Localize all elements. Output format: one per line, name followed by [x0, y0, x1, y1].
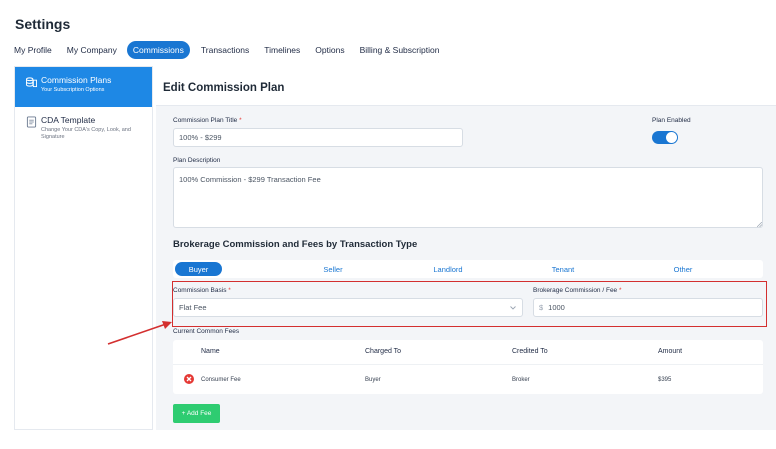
tab-options[interactable]: Options	[315, 42, 344, 58]
tab-landlord[interactable]: Landlord	[418, 260, 478, 278]
edit-commission-plan-panel: Edit Commission Plan Commission Plan Tit…	[156, 66, 776, 430]
left-item-cda-template[interactable]: CDA Template Change Your CDA's Copy, Loo…	[15, 107, 152, 149]
left-item-title: CDA Template	[41, 115, 96, 125]
fee-name: Consumer Fee	[201, 377, 241, 383]
settings-tabs: My Profile My Company Commissions Transa…	[14, 41, 454, 59]
common-fees-table: Name Charged To Credited To Amount Consu…	[173, 340, 763, 394]
left-item-subtitle: Change Your CDA's Copy, Look, and Signat…	[41, 127, 131, 140]
col-name: Name	[201, 348, 220, 355]
plan-title-label-text: Commission Plan Title	[173, 117, 238, 124]
coins-icon	[26, 77, 37, 88]
fee-credited-to: Broker	[512, 377, 530, 383]
plan-enabled-label: Plan Enabled	[652, 117, 691, 124]
panel-title: Edit Commission Plan	[163, 82, 285, 94]
tab-my-company[interactable]: My Company	[67, 42, 117, 58]
add-fee-button[interactable]: + Add Fee	[173, 404, 220, 423]
left-menu: Commission Plans Your Subscription Optio…	[14, 66, 153, 430]
row-divider	[173, 364, 763, 365]
tab-buyer[interactable]: Buyer	[175, 262, 222, 276]
plan-title-input[interactable]: 100% - $299	[173, 128, 463, 147]
section-title: Brokerage Commission and Fees by Transac…	[173, 239, 418, 250]
remove-fee-icon[interactable]	[184, 374, 194, 384]
settings-page: Settings My Profile My Company Commissio…	[0, 0, 776, 449]
col-amount: Amount	[658, 348, 683, 355]
tab-billing-subscription[interactable]: Billing & Subscription	[360, 42, 440, 58]
fee-amount: $395	[658, 377, 672, 383]
fee-charged-to: Buyer	[365, 377, 381, 383]
tab-other[interactable]: Other	[653, 260, 713, 278]
plan-enabled-toggle[interactable]	[652, 131, 678, 144]
tab-my-profile[interactable]: My Profile	[14, 42, 52, 58]
transaction-type-tabs: Buyer Seller Landlord Tenant Other	[173, 260, 763, 278]
tab-timelines[interactable]: Timelines	[264, 42, 300, 58]
tab-commissions[interactable]: Commissions	[126, 41, 190, 59]
tab-tenant[interactable]: Tenant	[533, 260, 593, 278]
resize-handle-icon[interactable]	[757, 222, 762, 227]
common-fees-label: Current Common Fees	[173, 328, 240, 335]
plan-title-label: Commission Plan Title *	[173, 117, 242, 124]
left-item-subtitle: Your Subscription Options	[41, 87, 105, 93]
required-mark: *	[239, 117, 242, 124]
annotation-highlight-box	[172, 281, 767, 327]
page-title: Settings	[15, 16, 71, 32]
col-charged-to: Charged To	[365, 348, 402, 355]
panel-header: Edit Commission Plan	[156, 66, 776, 106]
toggle-knob	[666, 132, 677, 143]
plan-description-textarea[interactable]: 100% Commission - $299 Transaction Fee	[173, 167, 763, 228]
left-item-title: Commission Plans	[41, 75, 112, 85]
tab-seller[interactable]: Seller	[303, 260, 363, 278]
plan-description-label: Plan Description	[173, 157, 221, 164]
col-credited-to: Credited To	[512, 348, 548, 355]
tab-transactions[interactable]: Transactions	[201, 42, 249, 58]
left-item-commission-plans[interactable]: Commission Plans Your Subscription Optio…	[15, 67, 152, 107]
document-icon	[26, 116, 37, 128]
